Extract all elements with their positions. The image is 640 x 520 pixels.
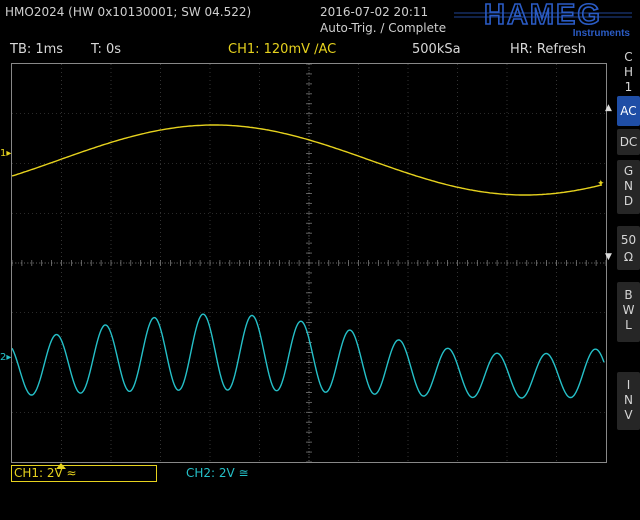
ohm-icon: Ω: [623, 250, 634, 264]
logo-sub-text: Instruments: [573, 28, 631, 38]
inv-letter-n: N: [624, 393, 633, 407]
device-info: HMO2024 (HW 0x10130001; SW 04.522): [5, 5, 252, 19]
coupling-ac-button[interactable]: AC: [617, 96, 640, 126]
ch1-level-arrow-icon: ▸: [6, 148, 12, 159]
impedance-value: 50: [620, 233, 637, 247]
ch2-level-marker[interactable]: 2▸: [0, 352, 11, 363]
channel-letter-h: H: [623, 65, 634, 79]
ch1-scale-box[interactable]: CH1: 2V ≈: [11, 465, 157, 482]
coupling-dc-label: DC: [619, 135, 638, 149]
channel-number: 1: [624, 80, 633, 94]
gnd-letter-n: N: [624, 179, 633, 193]
impedance-50-ohm-button[interactable]: 50 Ω: [617, 226, 640, 270]
ch1-scale-label: CH1: 2V ≈: [14, 466, 77, 480]
timebase-label[interactable]: TB: 1ms: [10, 42, 63, 57]
ch2-trace: [11, 313, 605, 399]
coupling-ac-label: AC: [620, 104, 637, 118]
gnd-letter-g: G: [623, 164, 634, 178]
coupling-gnd-button[interactable]: G N D: [617, 160, 640, 214]
invert-button[interactable]: I N V: [617, 372, 640, 430]
hameg-logo: HAMEG Instruments: [452, 0, 634, 39]
acquisition-status: Auto-Trig. / Complete: [320, 21, 447, 35]
graticule-grid: [11, 63, 607, 463]
ch1-trace: [11, 124, 603, 196]
gnd-letter-d: D: [623, 194, 634, 208]
bandwidth-limit-button[interactable]: B W L: [617, 282, 640, 342]
coupling-dc-button[interactable]: DC: [617, 129, 640, 155]
ch2-scale-label[interactable]: CH2: 2V ≅: [186, 466, 249, 480]
channel-letter-c: C: [624, 50, 633, 64]
ch2-level-arrow-icon: ▸: [6, 352, 12, 363]
datetime: 2016-07-02 20:11: [320, 5, 429, 19]
bwl-letter-b: B: [624, 288, 633, 302]
inv-letter-v: V: [624, 408, 633, 422]
logo-main-text: HAMEG: [484, 0, 602, 31]
waveform-graph: [11, 63, 607, 463]
side-menu-channel-header: C H 1: [617, 48, 640, 94]
bwl-letter-l: L: [625, 318, 632, 332]
hr-mode-label[interactable]: HR: Refresh: [510, 42, 586, 57]
waveform-display[interactable]: [11, 63, 607, 463]
trigger-time-label[interactable]: T: 0s: [91, 42, 121, 57]
ch1-settings-label[interactable]: CH1: 120mV ∕AC: [228, 42, 336, 57]
bwl-letter-w: W: [622, 303, 635, 317]
scroll-up-icon[interactable]: ▲: [605, 103, 612, 113]
ch1-level-marker[interactable]: 1▸: [0, 148, 11, 159]
ch1-trigger-level-icon: ✦: [597, 179, 605, 189]
scroll-down-icon[interactable]: ▼: [605, 252, 612, 262]
inv-letter-i: I: [626, 378, 631, 392]
sample-rate-label: 500kSa: [412, 42, 461, 57]
